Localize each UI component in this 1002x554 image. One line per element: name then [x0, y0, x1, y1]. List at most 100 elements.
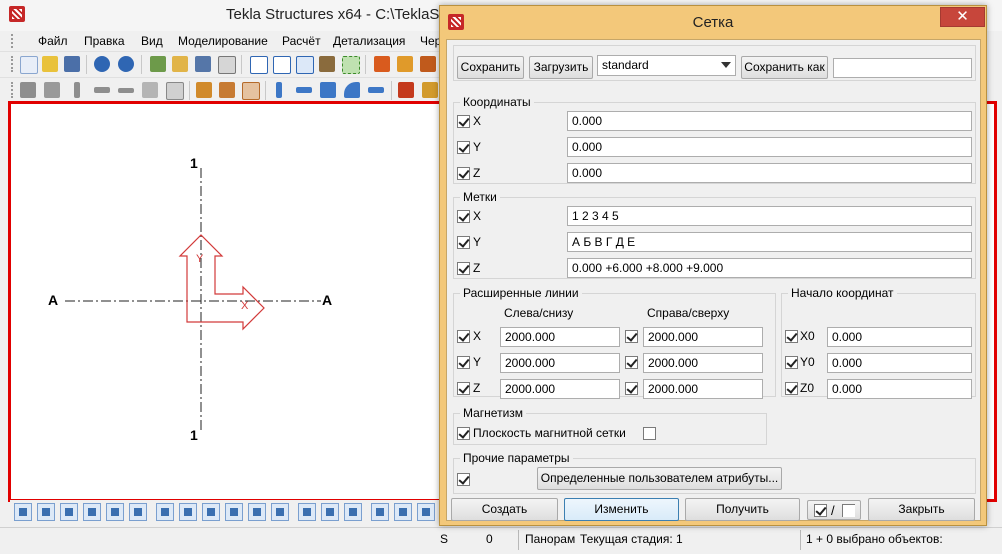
plate-icon[interactable] — [368, 87, 384, 93]
ext-x-right-checkbox[interactable] — [625, 330, 638, 343]
magnetic-plane-value-checkbox[interactable] — [643, 427, 656, 440]
label-z-checkbox[interactable] — [457, 262, 470, 275]
select-assembly-icon[interactable] — [321, 503, 339, 521]
pad-icon[interactable] — [44, 82, 60, 98]
ext-z-checkbox[interactable] — [457, 382, 470, 395]
toolbar-grip[interactable] — [11, 56, 16, 72]
window-icon[interactable] — [250, 56, 268, 74]
save-as-name-field[interactable] — [833, 58, 972, 78]
preset-select[interactable]: standard — [597, 55, 736, 76]
select-gridline-icon[interactable] — [179, 503, 197, 521]
origin-z0-checkbox[interactable] — [785, 382, 798, 395]
component-icon[interactable] — [398, 82, 414, 98]
new-icon[interactable] — [20, 56, 38, 74]
select-plane-icon[interactable] — [225, 503, 243, 521]
tekla-app-icon[interactable] — [9, 6, 25, 22]
menu-analysis[interactable]: Расчёт — [282, 34, 321, 48]
open-icon[interactable] — [42, 56, 58, 72]
scissors-icon[interactable] — [319, 56, 335, 72]
create-button[interactable]: Создать — [451, 498, 558, 521]
origin-z0-field[interactable]: 0.000 — [827, 379, 972, 399]
drawing-icon[interactable] — [420, 56, 436, 72]
ext-z-left-field[interactable]: 2000.000 — [500, 379, 620, 399]
close-button[interactable]: Закрыть — [868, 498, 975, 521]
origin-x0-checkbox[interactable] — [785, 330, 798, 343]
snap-point-icon[interactable] — [371, 503, 389, 521]
ext-x-right-field[interactable]: 2000.000 — [643, 327, 763, 347]
print-icon[interactable] — [195, 56, 211, 72]
ext-x-left-field[interactable]: 2000.000 — [500, 327, 620, 347]
modify-button[interactable]: Изменить — [564, 498, 679, 521]
redo-icon[interactable] — [118, 56, 134, 72]
toolbar-grip[interactable] — [11, 82, 16, 98]
ext-y-left-field[interactable]: 2000.000 — [500, 353, 620, 373]
ext-y-right-field[interactable]: 2000.000 — [643, 353, 763, 373]
copy-icon[interactable] — [150, 56, 166, 72]
ext-x-checkbox[interactable] — [457, 330, 470, 343]
coord-x-checkbox[interactable] — [457, 115, 470, 128]
save-as-button[interactable]: Сохранить как — [741, 56, 828, 79]
other-params-checkbox[interactable] — [457, 473, 470, 486]
label-y-field[interactable]: А Б В Г Д Е — [567, 232, 972, 252]
magnetic-plane-checkbox[interactable] — [457, 427, 470, 440]
select-weld-icon[interactable] — [83, 503, 101, 521]
label-x-checkbox[interactable] — [457, 210, 470, 223]
coord-y-field[interactable]: 0.000 — [567, 137, 972, 157]
document-icon[interactable] — [218, 56, 236, 74]
save-icon[interactable] — [64, 56, 80, 72]
user-attributes-button[interactable]: Определенные пользователем атрибуты... — [537, 467, 782, 490]
select-reference-icon[interactable] — [344, 503, 362, 521]
dialog-close-button[interactable]: ✕ — [940, 7, 985, 27]
select-point-icon[interactable] — [202, 503, 220, 521]
select-view-icon[interactable] — [129, 503, 147, 521]
slab-icon[interactable] — [142, 82, 158, 98]
toggle-checkboxes-button[interactable]: / — [807, 500, 861, 520]
coord-z-checkbox[interactable] — [457, 167, 470, 180]
select-icon[interactable] — [342, 56, 360, 74]
steel-beam-icon[interactable] — [296, 87, 312, 93]
numbering-icon[interactable] — [374, 56, 390, 72]
get-button[interactable]: Получить — [685, 498, 800, 521]
menu-edit[interactable]: Правка — [84, 34, 125, 48]
select-surface-icon[interactable] — [60, 503, 78, 521]
report-icon[interactable] — [397, 56, 413, 72]
select-grid-icon[interactable] — [156, 503, 174, 521]
detail-icon[interactable] — [422, 82, 438, 98]
ext-z-right-field[interactable]: 2000.000 — [643, 379, 763, 399]
coord-z-field[interactable]: 0.000 — [567, 163, 972, 183]
beam-icon[interactable] — [94, 87, 110, 93]
snap-center-icon[interactable] — [417, 503, 435, 521]
steel-column-icon[interactable] — [276, 82, 282, 98]
rebar-icon[interactable] — [242, 82, 260, 100]
steel-polybeam-icon[interactable] — [320, 82, 336, 98]
load-button[interactable]: Загрузить — [529, 56, 593, 79]
ext-y-right-checkbox[interactable] — [625, 356, 638, 369]
select-cut-icon[interactable] — [106, 503, 124, 521]
panel-icon[interactable] — [166, 82, 184, 100]
menu-detailing[interactable]: Детализация — [333, 34, 405, 48]
model-viewport[interactable]: 1 1 A A Y X — [8, 101, 444, 502]
curved-beam-icon[interactable] — [344, 82, 360, 98]
label-y-checkbox[interactable] — [457, 236, 470, 249]
views-list-icon[interactable] — [296, 56, 314, 74]
view-icon[interactable] — [273, 56, 291, 74]
dialog-title-bar[interactable]: Сетка ✕ — [440, 6, 986, 38]
menu-modeling[interactable]: Моделирование — [178, 34, 268, 48]
select-part-icon[interactable] — [37, 503, 55, 521]
select-connection-icon[interactable] — [271, 503, 289, 521]
select-bolt-icon[interactable] — [248, 503, 266, 521]
menu-grip[interactable] — [11, 34, 16, 48]
origin-x0-field[interactable]: 0.000 — [827, 327, 972, 347]
label-z-field[interactable]: 0.000 +6.000 +8.000 +9.000 — [567, 258, 972, 278]
footing-icon[interactable] — [20, 82, 36, 98]
select-component-icon[interactable] — [298, 503, 316, 521]
column-icon[interactable] — [74, 82, 80, 98]
weld-icon[interactable] — [196, 82, 212, 98]
origin-y0-checkbox[interactable] — [785, 356, 798, 369]
save-button[interactable]: Сохранить — [457, 56, 524, 79]
coord-x-field[interactable]: 0.000 — [567, 111, 972, 131]
label-x-field[interactable]: 1 2 3 4 5 — [567, 206, 972, 226]
coord-y-checkbox[interactable] — [457, 141, 470, 154]
select-all-icon[interactable] — [14, 503, 32, 521]
open-folder-icon[interactable] — [172, 56, 188, 72]
